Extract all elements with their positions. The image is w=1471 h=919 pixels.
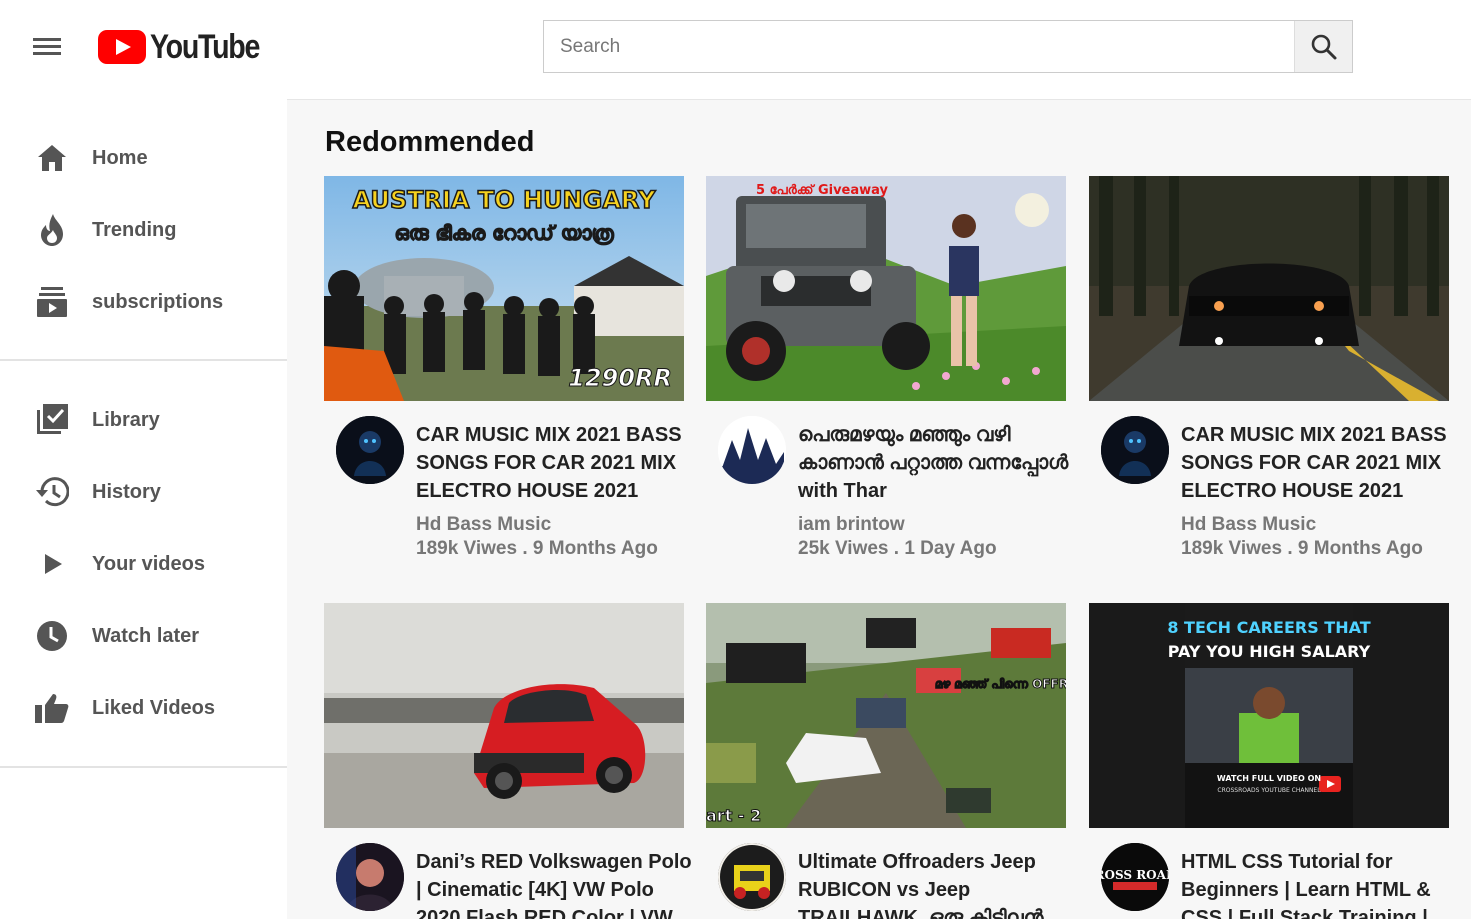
thumbnail-cta-text: WATCH FULL VIDEO ON [1217,774,1321,783]
sidebar-item-watch-later[interactable]: Watch later [0,604,287,668]
channel-avatar[interactable]: CROSS ROADS [1101,843,1169,911]
section-title: Redommended [325,126,535,158]
sidebar-item-label: subscriptions [92,290,224,313]
sidebar-item-library[interactable]: Library [0,388,287,452]
hamburger-menu-icon[interactable] [30,33,64,61]
search-input[interactable] [544,21,1294,72]
sidebar-item-label: History [92,480,161,503]
youtube-play-logo-icon [98,30,146,64]
sidebar-divider [0,359,287,361]
thumbnail-headline: 5 പേർക്ക് Giveaway [756,183,889,198]
avatar-text: CROSS ROADS [1101,868,1169,882]
sidebar-item-liked-videos[interactable]: Liked Videos [0,676,287,740]
thumbnail-headline: മഴ മഞ്ഞ് പിന്നെ OFFROAD [935,677,1066,691]
channel-name[interactable]: iam brintow [798,513,1078,537]
thumbnail-headline: AUSTRIA TO HUNGARY [353,186,657,214]
youtube-logo[interactable]: YouTube [98,27,280,67]
video-title[interactable]: CAR MUSIC MIX 2021 BASS SONGS FOR CAR 20… [1181,421,1461,505]
video-meta: പെരുമഴയും മഞ്ഞും വഴി കാണാൻ പറ്റാത്ത വന്ന… [798,421,1078,561]
sidebar-item-subscriptions[interactable]: subscriptions [0,270,287,334]
video-card[interactable]: 5 പേർക്ക് Giveaway പെരുമഴയും മഞ്ഞും വഴി … [706,176,1068,576]
video-thumbnail[interactable]: 5 പേർക്ക് Giveaway [706,176,1066,401]
video-meta: CAR MUSIC MIX 2021 BASS SONGS FOR CAR 20… [1181,421,1461,561]
thumbnail-subheadline: ഒരു ഭീകര റോഡ് യാത്ര [394,221,614,245]
search-bar [543,20,1353,73]
channel-avatar[interactable] [718,843,786,911]
sidebar-item-label: Your videos [92,552,205,575]
sidebar-item-label: Trending [92,218,177,241]
video-stats: 189k Viwes . 9 Months Ago [416,538,658,559]
search-button[interactable] [1294,21,1352,72]
sidebar-item-home[interactable]: Home [0,126,287,190]
channel-name[interactable]: Hd Bass Music [1181,513,1461,537]
channel-avatar[interactable] [336,416,404,484]
thumbnail-part-text: art - 2 [706,806,761,825]
video-card[interactable]: AUSTRIA TO HUNGARY ഒരു ഭീകര റോഡ് യാത്ര 1… [324,176,684,576]
video-thumbnail[interactable] [1089,176,1449,401]
channel-name[interactable]: Hd Bass Music [416,513,696,537]
video-thumbnail[interactable]: മഴ മഞ്ഞ് പിന്നെ OFFROAD art - 2 [706,603,1066,828]
logo-text: YouTube [150,27,260,66]
sidebar-item-label: Watch later [92,624,200,647]
thumbnail-model-text: 1290RR [568,364,672,392]
home-icon [34,140,70,176]
sidebar-item-label: Home [92,146,148,169]
play-icon [34,546,70,582]
sidebar-item-trending[interactable]: Trending [0,198,287,262]
video-meta: HTML CSS Tutorial for Beginners | Learn … [1181,848,1461,919]
fire-icon [34,212,70,248]
video-thumbnail[interactable]: 8 TECH CAREERS THAT PAY YOU HIGH SALARY … [1089,603,1449,828]
clock-icon [34,618,70,654]
sidebar-item-history[interactable]: History [0,460,287,524]
video-thumbnail[interactable] [324,603,684,828]
thumbnail-headline: 8 TECH CAREERS THAT [1167,618,1370,637]
thumbs-up-icon [34,690,70,726]
video-meta: CAR MUSIC MIX 2021 BASS SONGS FOR CAR 20… [416,421,696,561]
sidebar-divider [0,766,287,768]
video-title[interactable]: Dani’s RED Volkswagen Polo | Cinematic [… [416,848,696,919]
video-card[interactable]: Dani’s RED Volkswagen Polo | Cinematic [… [324,603,692,919]
sidebar-item-your-videos[interactable]: Your videos [0,532,287,596]
sidebar-item-label: Library [92,408,160,431]
video-meta: Ultimate Offroaders Jeep RUBICON vs Jeep… [798,848,1078,919]
sidebar: Home Trending subscriptions Library Hist… [0,99,287,919]
video-title[interactable]: HTML CSS Tutorial for Beginners | Learn … [1181,848,1461,919]
channel-avatar[interactable] [718,416,786,484]
main-content: Redommended AUSTRIA TO HUNGARY ഒരു ഭീകര … [287,99,1471,919]
video-card[interactable]: CAR MUSIC MIX 2021 BASS SONGS FOR CAR 20… [1089,176,1449,576]
video-meta: Dani’s RED Volkswagen Polo | Cinematic [… [416,848,696,919]
channel-avatar[interactable] [1101,416,1169,484]
video-title[interactable]: പെരുമഴയും മഞ്ഞും വഴി കാണാൻ പറ്റാത്ത വന്ന… [798,421,1078,505]
video-title[interactable]: CAR MUSIC MIX 2021 BASS SONGS FOR CAR 20… [416,421,696,505]
thumbnail-cta-subtext: CROSSROADS YOUTUBE CHANNEL [1217,787,1321,794]
search-icon [1311,34,1336,59]
library-icon [34,402,70,438]
thumbnail-subheadline: PAY YOU HIGH SALARY [1168,642,1371,661]
video-stats: 25k Viwes . 1 Day Ago [798,538,997,559]
sidebar-item-label: Liked Videos [92,696,216,719]
video-title[interactable]: Ultimate Offroaders Jeep RUBICON vs Jeep… [798,848,1078,919]
history-icon [34,474,70,510]
video-card[interactable]: മഴ മഞ്ഞ് പിന്നെ OFFROAD art - 2 Ultimate… [706,603,1066,919]
channel-avatar[interactable] [336,843,404,911]
video-stats: 189k Viwes . 9 Months Ago [1181,538,1423,559]
subscriptions-icon [34,284,70,320]
video-thumbnail[interactable]: AUSTRIA TO HUNGARY ഒരു ഭീകര റോഡ് യാത്ര 1… [324,176,684,401]
top-header: YouTube [0,0,1471,99]
video-card[interactable]: 8 TECH CAREERS THAT PAY YOU HIGH SALARY … [1089,603,1449,919]
